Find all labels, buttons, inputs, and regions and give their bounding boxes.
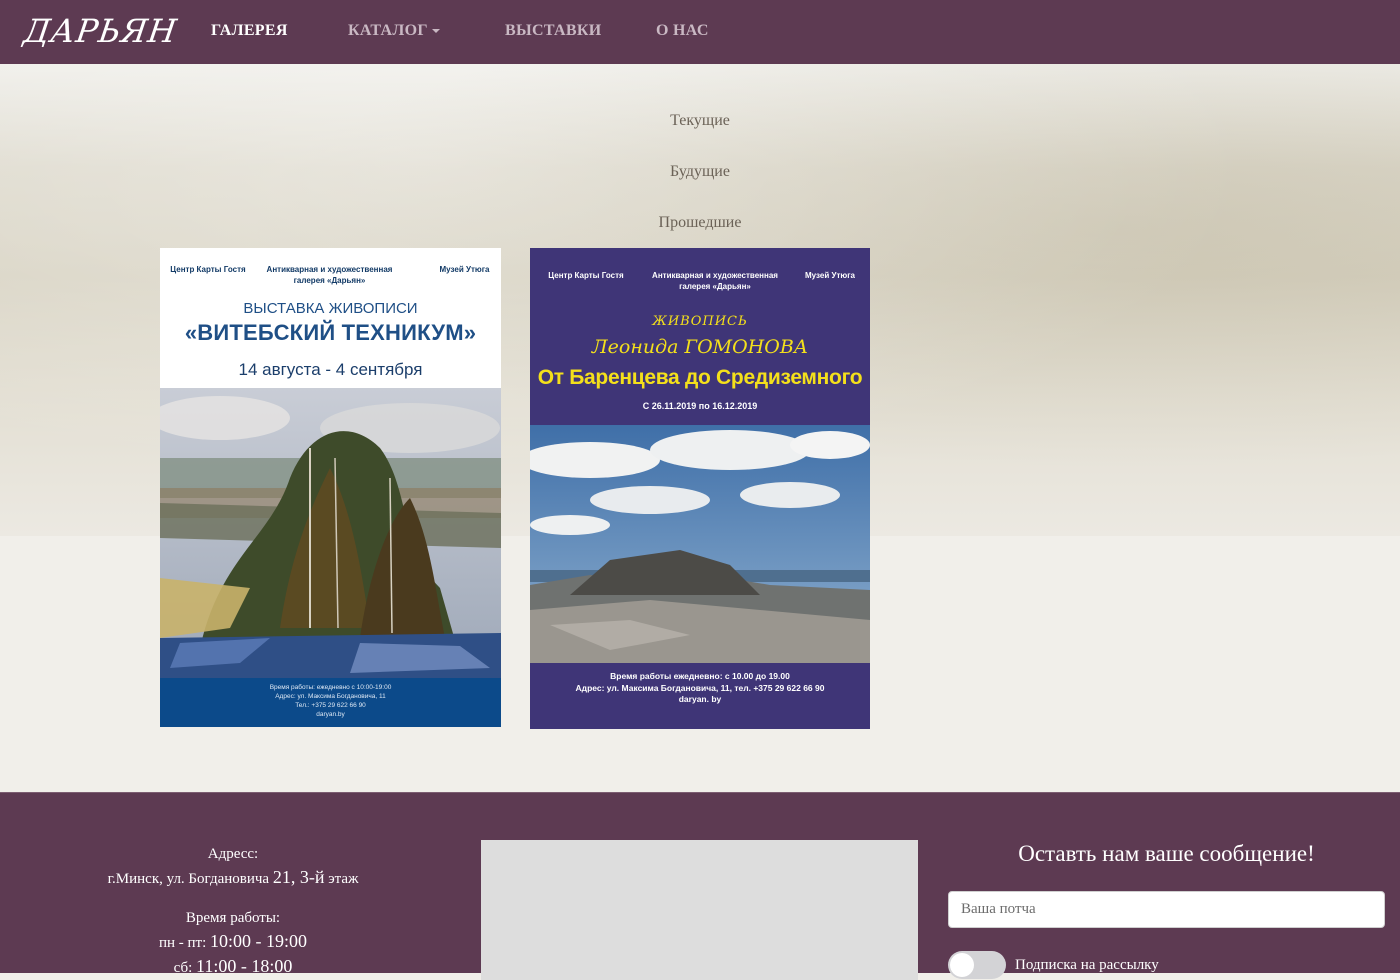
poster-footer-line: daryan.by — [316, 711, 345, 718]
filter-upcoming[interactable]: Будущие — [0, 163, 1400, 181]
nav-item-catalog[interactable]: КАТАЛОГ — [348, 22, 440, 40]
poster-title: «ВИТЕБСКИЙ ТЕХНИКУМ» — [184, 320, 477, 345]
nav-item-about[interactable]: О НАС — [656, 22, 709, 40]
nav-item-exhibitions[interactable]: ВЫСТАВКИ — [505, 22, 602, 40]
site-footer: Адресс: г.Минск, ул. Богдановича 21, 3-й… — [0, 792, 1400, 980]
poster-artist: Леонида ГОМОНОВА — [591, 336, 809, 358]
poster-footer-line: Время работы: ежедневно с 10:00-19:00 — [269, 684, 392, 691]
poster-footer: Время работы: ежедневно с 10:00-19:00 Ад… — [160, 678, 501, 727]
hours-saturday-label: сб: — [173, 960, 193, 976]
chevron-down-icon — [431, 29, 440, 34]
address-floor: этаж — [328, 871, 359, 887]
poster-org-right: Музей Утюга — [439, 265, 490, 274]
nav-item-gallery[interactable]: ГАЛЕРЕЯ — [211, 22, 288, 40]
poster-org-center: Антикварная и художественная галерея «Да… — [652, 271, 778, 291]
toggle-knob — [950, 953, 974, 977]
exhibition-poster-gomonov[interactable]: Центр Карты Гостя Антикварная и художест… — [530, 248, 870, 729]
address-value: г.Минск, ул. Богдановича 21, 3-й этаж — [63, 866, 403, 891]
poster-footer-line: daryan. by — [678, 694, 722, 704]
hours-label: Время работы: — [185, 910, 281, 926]
contact-spacer — [63, 891, 403, 907]
poster-footer-line: Тел.: +375 29 622 66 90 — [295, 702, 366, 709]
email-field[interactable] — [948, 891, 1385, 928]
poster-dates: 14 августа - 4 сентября — [238, 360, 423, 379]
poster-footer-line: Время работы ежедневно: с 10.00 до 19.00 — [610, 671, 790, 681]
top-navbar: ДАРЬЯН ГАЛЕРЕЯ КАТАЛОГ ВЫСТАВКИ О НАС — [0, 0, 1400, 64]
hours-weekdays-value: 10:00 - 19:00 — [210, 931, 308, 951]
exhibition-poster-vitebsk[interactable]: Центр Карты Гостя Антикварная и художест… — [160, 248, 501, 727]
poster-dates: С 26.11.2019 по 16.12.2019 — [642, 401, 758, 411]
poster-footer-line: Адрес: ул. Максима Богдановича, 11 — [275, 693, 386, 700]
subscribe-toggle[interactable] — [948, 951, 1006, 979]
hours-saturday: сб: 11:00 - 18:00 — [63, 955, 403, 980]
contact-info: Адресс: г.Минск, ул. Богдановича 21, 3-й… — [63, 843, 403, 980]
filter-current[interactable]: Текущие — [0, 112, 1400, 130]
address-street: г.Минск, ул. Богдановича — [107, 871, 270, 887]
hours-saturday-value: 11:00 - 18:00 — [196, 956, 293, 976]
contact-form-title: Оставть нам ваше сообщение! — [1018, 841, 1315, 866]
map-embed[interactable] — [481, 840, 918, 980]
nav-item-catalog-label: КАТАЛОГ — [348, 22, 428, 39]
poster-genre: ЖИВОПИСЬ — [652, 314, 748, 329]
address-number: 21, 3-й — [272, 867, 325, 887]
address-label: Адресс: — [207, 846, 259, 862]
poster-title: От Баренцева до Средиземного — [537, 366, 863, 389]
poster-painting-landscape — [160, 388, 501, 678]
poster-org-left: Центр Карты Гостя — [170, 265, 246, 274]
poster-footer-line: Адрес: ул. Максима Богдановича, 11, тел.… — [575, 682, 825, 693]
hours-weekdays: пн - пт: 10:00 - 19:00 — [63, 930, 403, 955]
subscribe-label: Подписка на рассылку — [1015, 957, 1159, 973]
filter-past[interactable]: Прошедшие — [0, 214, 1400, 232]
poster-org-left: Центр Карты Гостя — [548, 271, 624, 280]
poster-org-right: Музей Утюга — [805, 271, 855, 280]
poster-subtitle: ВЫСТАВКА ЖИВОПИСИ — [243, 300, 418, 317]
poster-footer: Время работы ежедневно: с 10.00 до 19.00… — [530, 663, 870, 729]
poster-org-center: Антикварная и художественная галерея «Да… — [266, 265, 393, 285]
brand-logo[interactable]: ДАРЬЯН — [21, 12, 179, 50]
poster-painting-seascape — [530, 425, 870, 663]
hours-weekdays-label: пн - пт: — [158, 935, 207, 951]
